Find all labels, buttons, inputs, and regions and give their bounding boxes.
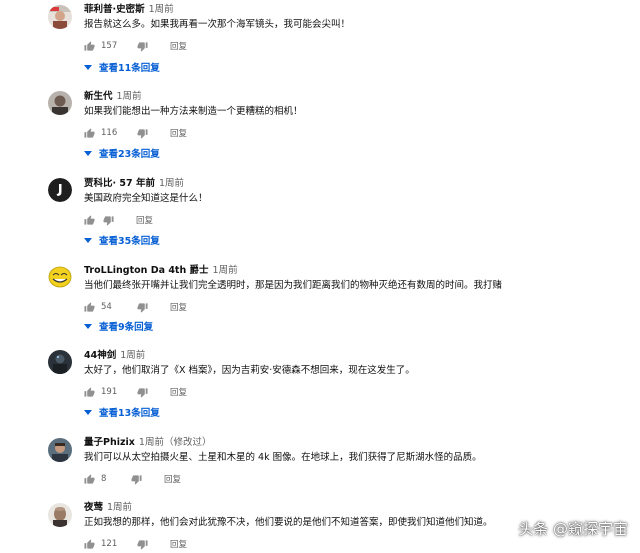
thumbs-up-icon[interactable] xyxy=(84,538,95,550)
avatar[interactable] xyxy=(48,438,72,462)
reply-button[interactable]: 回复 xyxy=(170,301,187,313)
view-replies-label: 查看23条回复 xyxy=(99,149,160,160)
comment-meta: 44神剑 1周前 xyxy=(84,350,145,362)
reply-button[interactable]: 回复 xyxy=(170,40,187,52)
thumbs-down-icon[interactable] xyxy=(137,539,148,550)
caret-down-icon xyxy=(84,323,92,329)
thumbs-up-icon[interactable] xyxy=(84,301,95,313)
comment-text: 报告就这么多。如果我再看一次那个海军镜头，我可能会尖叫！ xyxy=(84,19,351,30)
comment-actions: 157 回复 xyxy=(84,39,187,53)
author-name[interactable]: 新生代 xyxy=(84,91,113,102)
avatar[interactable] xyxy=(48,5,72,29)
comment-time[interactable]: 1周前 xyxy=(120,350,145,361)
author-name[interactable]: TroLLington Da 4th 爵士 xyxy=(84,265,209,276)
caret-down-icon xyxy=(84,64,92,70)
like-count: 54 xyxy=(101,302,112,312)
author-name[interactable]: 菲利普·史密斯 xyxy=(84,4,145,15)
comment-meta: TroLLington Da 4th 爵士 1周前 xyxy=(84,265,238,277)
thumbs-down-icon[interactable] xyxy=(137,128,148,139)
author-name[interactable]: 44神剑 xyxy=(84,350,116,361)
comment-actions: 8 回复 xyxy=(84,472,181,486)
thumbs-down-icon[interactable] xyxy=(103,215,114,226)
comment-text: 美国政府完全知道这是什么！ xyxy=(84,193,208,204)
view-replies-button[interactable]: 查看23条回复 xyxy=(84,146,160,160)
caret-down-icon xyxy=(84,409,92,415)
comment-actions: 54 回复 xyxy=(84,300,187,314)
view-replies-label: 查看35条回复 xyxy=(99,236,160,247)
comment-meta: 贾科比· 57 年前 1周前 xyxy=(84,178,184,190)
reply-button[interactable]: 回复 xyxy=(170,127,187,139)
avatar[interactable] xyxy=(48,350,72,374)
caret-down-icon xyxy=(84,237,92,243)
comment-time[interactable]: 1周前 xyxy=(213,265,238,276)
like-count: 157 xyxy=(101,41,118,51)
like-count: 191 xyxy=(101,387,118,397)
thumbs-down-icon[interactable] xyxy=(137,302,148,313)
thumbs-down-icon[interactable] xyxy=(137,41,148,52)
comment-time[interactable]: 1周前（修改过） xyxy=(139,437,212,448)
thumbs-down-icon[interactable] xyxy=(137,387,148,398)
thumbs-up-icon[interactable] xyxy=(84,214,95,226)
avatar[interactable] xyxy=(48,265,72,289)
comment-time[interactable]: 1周前 xyxy=(149,4,174,15)
caret-down-icon xyxy=(84,150,92,156)
like-count: 121 xyxy=(101,539,118,549)
comment-actions: 回复 xyxy=(84,213,153,227)
watermark: 头条 @窥探宇宙 xyxy=(518,520,628,538)
avatar[interactable] xyxy=(48,178,72,202)
view-replies-button[interactable]: 查看13条回复 xyxy=(84,405,160,419)
thumbs-down-icon[interactable] xyxy=(131,474,142,485)
like-count: 116 xyxy=(101,128,118,138)
avatar[interactable] xyxy=(48,91,72,115)
view-replies-button[interactable]: 查看35条回复 xyxy=(84,233,160,247)
comment-meta: 菲利普·史密斯 1周前 xyxy=(84,4,174,16)
comment-meta: 夜莺 1周前 xyxy=(84,502,132,514)
comment-time[interactable]: 1周前 xyxy=(159,178,184,189)
comment-time[interactable]: 1周前 xyxy=(107,502,132,513)
author-name[interactable]: 夜莺 xyxy=(84,502,103,513)
reply-button[interactable]: 回复 xyxy=(170,386,187,398)
author-name[interactable]: 量子Phizix xyxy=(84,437,135,448)
reply-button[interactable]: 回复 xyxy=(164,473,181,485)
comment-text: 当他们最终张开嘴并让我们完全透明时，那是因为我们距离我们的物种灭绝还有数周的时间… xyxy=(84,280,503,291)
thumbs-up-icon[interactable] xyxy=(84,386,95,398)
author-name[interactable]: 贾科比· 57 年前 xyxy=(84,178,155,189)
view-replies-button[interactable]: 查看9条回复 xyxy=(84,319,153,333)
thumbs-up-icon[interactable] xyxy=(84,40,95,52)
comment-meta: 量子Phizix 1周前（修改过） xyxy=(84,437,211,449)
view-replies-button[interactable]: 查看11条回复 xyxy=(84,60,160,74)
thumbs-up-icon[interactable] xyxy=(84,473,95,485)
comment-text: 如果我们能想出一种方法来制造一个更糟糕的相机！ xyxy=(84,106,303,117)
comment-actions: 116 回复 xyxy=(84,126,187,140)
thumbs-up-icon[interactable] xyxy=(84,127,95,139)
comment-text: 我们可以从太空拍摄火星、土星和木星的 4k 图像。在地球上，我们获得了尼斯湖水怪… xyxy=(84,452,482,463)
view-replies-label: 查看9条回复 xyxy=(99,322,154,333)
comment-actions: 121 回复 xyxy=(84,537,187,551)
comment-time[interactable]: 1周前 xyxy=(117,91,142,102)
reply-button[interactable]: 回复 xyxy=(170,538,187,550)
view-replies-label: 查看13条回复 xyxy=(99,408,160,419)
like-count: 8 xyxy=(101,474,107,484)
comment-meta: 新生代 1周前 xyxy=(84,91,142,103)
reply-button[interactable]: 回复 xyxy=(136,214,153,226)
avatar[interactable] xyxy=(48,503,72,527)
comment-text: 正如我想的那样，他们会对此犹豫不决，他们要说的是他们不知道答案，即使我们知道他们… xyxy=(84,517,493,528)
view-replies-label: 查看11条回复 xyxy=(99,63,160,74)
comment-actions: 191 回复 xyxy=(84,385,187,399)
comment-text: 太好了，他们取消了《X 档案》，因为吉莉安·安德森不想回来，现在这发生了。 xyxy=(84,365,415,376)
